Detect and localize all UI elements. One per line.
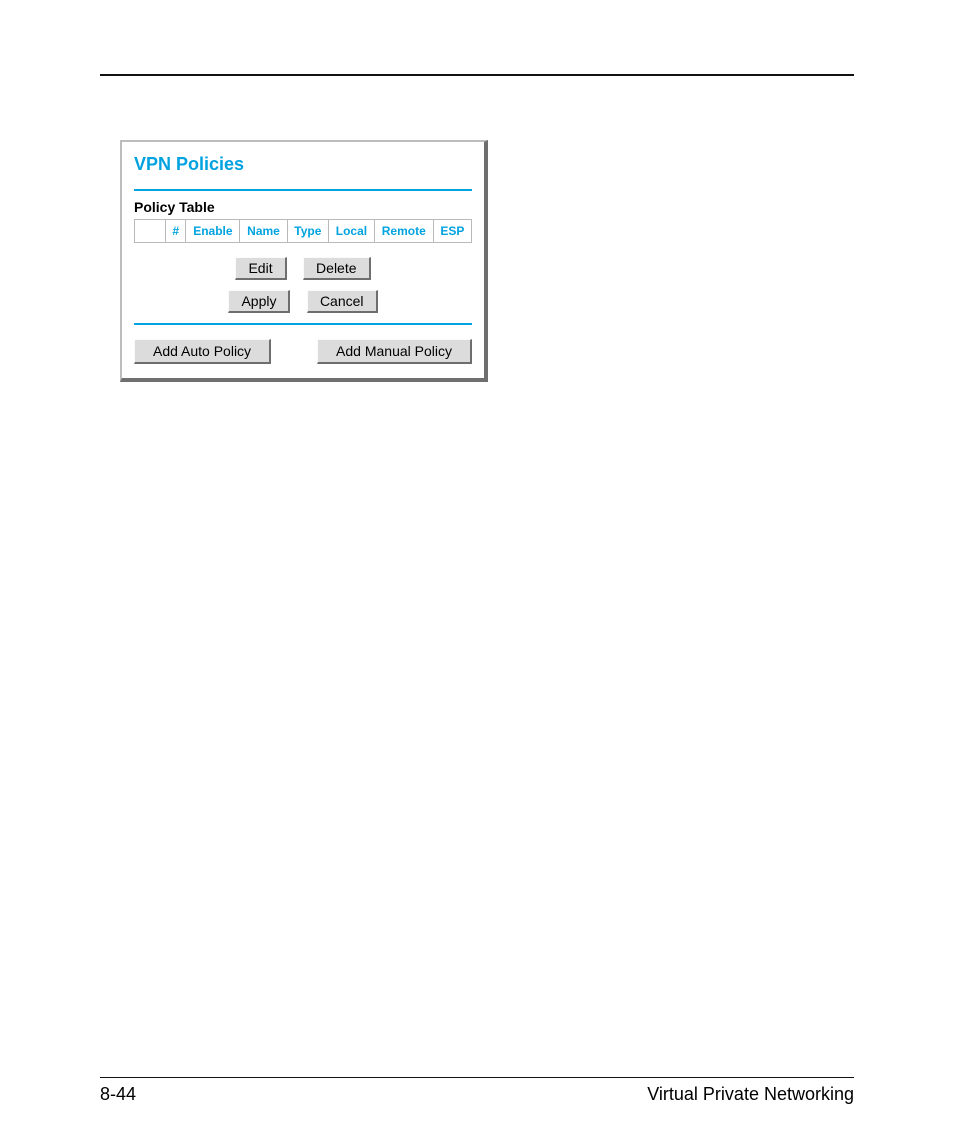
add-auto-policy-button[interactable]: Add Auto Policy <box>134 339 271 364</box>
top-rule <box>100 74 854 76</box>
col-num: # <box>166 220 186 243</box>
apply-button[interactable]: Apply <box>228 290 290 313</box>
col-esp: ESP <box>433 220 471 243</box>
edit-button[interactable]: Edit <box>235 257 286 280</box>
divider <box>134 189 472 191</box>
panel-title: VPN Policies <box>134 150 472 179</box>
col-remote: Remote <box>374 220 433 243</box>
policy-table-heading: Policy Table <box>134 199 472 215</box>
vpn-policies-panel: VPN Policies Policy Table # Enable Name … <box>120 140 488 382</box>
col-type: Type <box>287 220 328 243</box>
delete-button[interactable]: Delete <box>303 257 370 280</box>
page-footer: 8-44 Virtual Private Networking <box>100 1077 854 1105</box>
table-header-row: # Enable Name Type Local Remote ESP <box>135 220 472 243</box>
col-name: Name <box>240 220 287 243</box>
divider <box>134 323 472 325</box>
policy-table: # Enable Name Type Local Remote ESP <box>134 219 472 243</box>
col-enable: Enable <box>186 220 240 243</box>
section-title: Virtual Private Networking <box>647 1084 854 1105</box>
add-manual-policy-button[interactable]: Add Manual Policy <box>317 339 472 364</box>
page-number: 8-44 <box>100 1084 136 1105</box>
col-select <box>135 220 166 243</box>
cancel-button[interactable]: Cancel <box>307 290 378 313</box>
col-local: Local <box>329 220 375 243</box>
